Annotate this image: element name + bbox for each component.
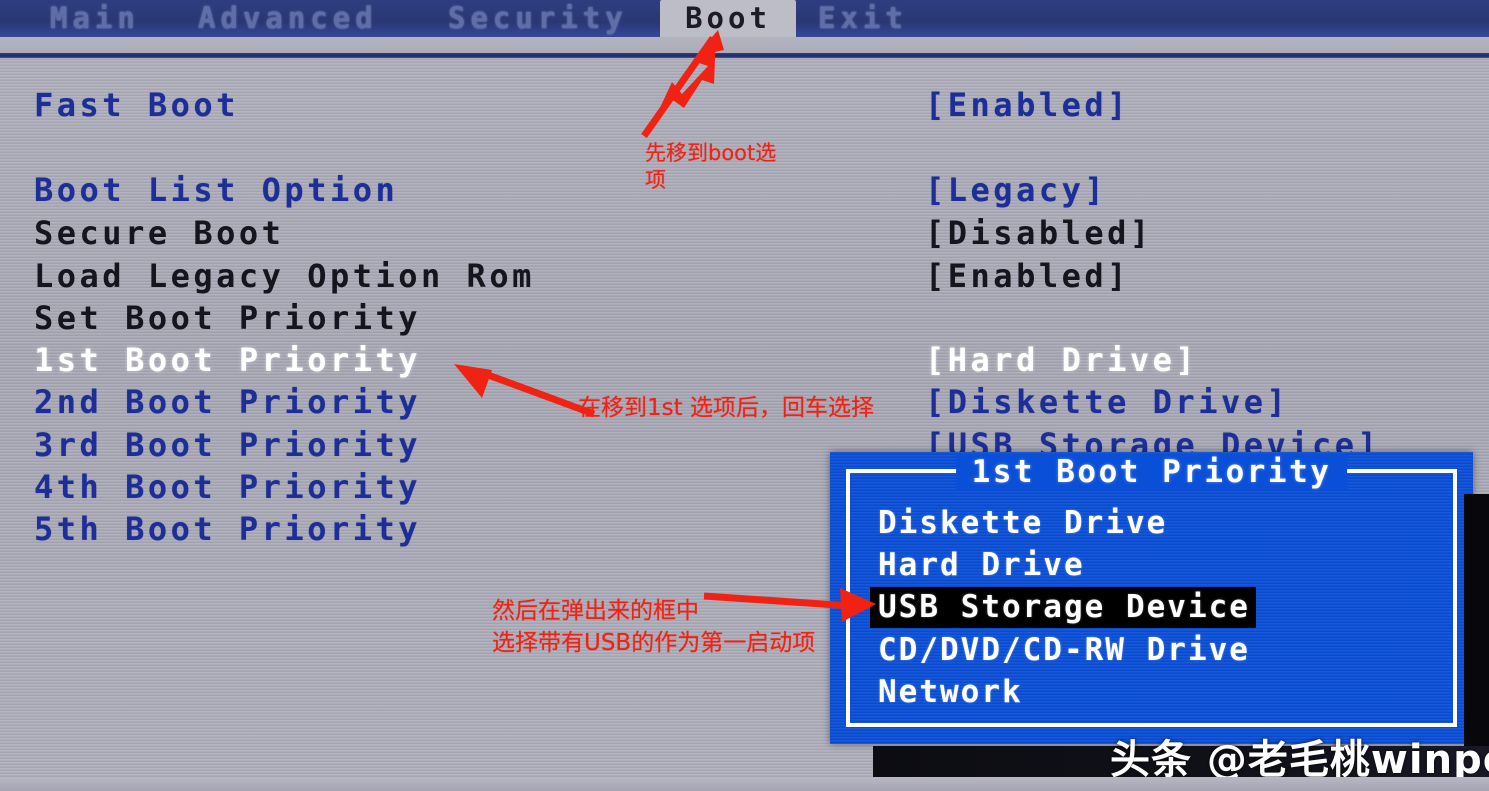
setting-value-fast-boot[interactable]: [Enabled] [925, 86, 1130, 124]
setting-value-boot-list-option[interactable]: [Legacy] [925, 171, 1107, 209]
setting-label-load-legacy-rom[interactable]: Load Legacy Option Rom [34, 257, 535, 295]
annotation-step-2: 在移到1st 选项后，回车选择 [578, 395, 874, 421]
bottom-strip [0, 777, 1489, 791]
annotation-step-1: 先移到boot选 项 [645, 141, 777, 192]
popup-option-usb-storage-device[interactable]: USB Storage Device [870, 587, 1256, 628]
setting-label-2nd-boot-priority[interactable]: 2nd Boot Priority [34, 383, 421, 421]
setting-label-fast-boot[interactable]: Fast Boot [34, 86, 239, 124]
menu-underline [0, 53, 1489, 58]
setting-value-2nd-boot-priority[interactable]: [Diskette Drive] [925, 383, 1289, 421]
setting-label-set-boot-priority[interactable]: Set Boot Priority [34, 299, 421, 337]
tab-exit[interactable]: Exit [818, 0, 908, 37]
bios-setup-screen: Main Advanced Security Boot Exit Fast Bo… [0, 0, 1489, 791]
setting-value-load-legacy-rom[interactable]: [Enabled] [925, 257, 1130, 295]
boot-priority-popup[interactable]: 1st Boot Priority Diskette Drive Hard Dr… [830, 452, 1473, 744]
popup-option-diskette-drive[interactable]: Diskette Drive [874, 504, 1171, 542]
tab-advanced[interactable]: Advanced [198, 0, 378, 37]
setting-label-3rd-boot-priority[interactable]: 3rd Boot Priority [34, 426, 421, 464]
popup-option-cd-dvd-drive[interactable]: CD/DVD/CD-RW Drive [874, 631, 1254, 669]
annotation-arrow-to-1st-priority [454, 364, 596, 418]
tab-main[interactable]: Main [50, 0, 140, 37]
popup-option-network[interactable]: Network [874, 673, 1027, 711]
popup-title: 1st Boot Priority [955, 454, 1348, 490]
annotation-arrow-to-boot-tab [641, 30, 724, 139]
setting-value-secure-boot[interactable]: [Disabled] [925, 214, 1153, 252]
setting-label-4th-boot-priority[interactable]: 4th Boot Priority [34, 468, 421, 506]
popup-option-hard-drive[interactable]: Hard Drive [874, 546, 1089, 584]
setting-label-1st-boot-priority[interactable]: 1st Boot Priority [34, 341, 421, 379]
setting-value-1st-boot-priority[interactable]: [Hard Drive] [925, 341, 1198, 379]
annotation-step-3: 然后在弹出来的框中 选择带有USB的作为第一启动项 [492, 598, 816, 656]
setting-label-5th-boot-priority[interactable]: 5th Boot Priority [34, 510, 421, 548]
setting-label-boot-list-option[interactable]: Boot List Option [34, 171, 398, 209]
setting-label-secure-boot[interactable]: Secure Boot [34, 214, 284, 252]
menu-bar: Main Advanced Security Boot Exit [0, 0, 1489, 37]
